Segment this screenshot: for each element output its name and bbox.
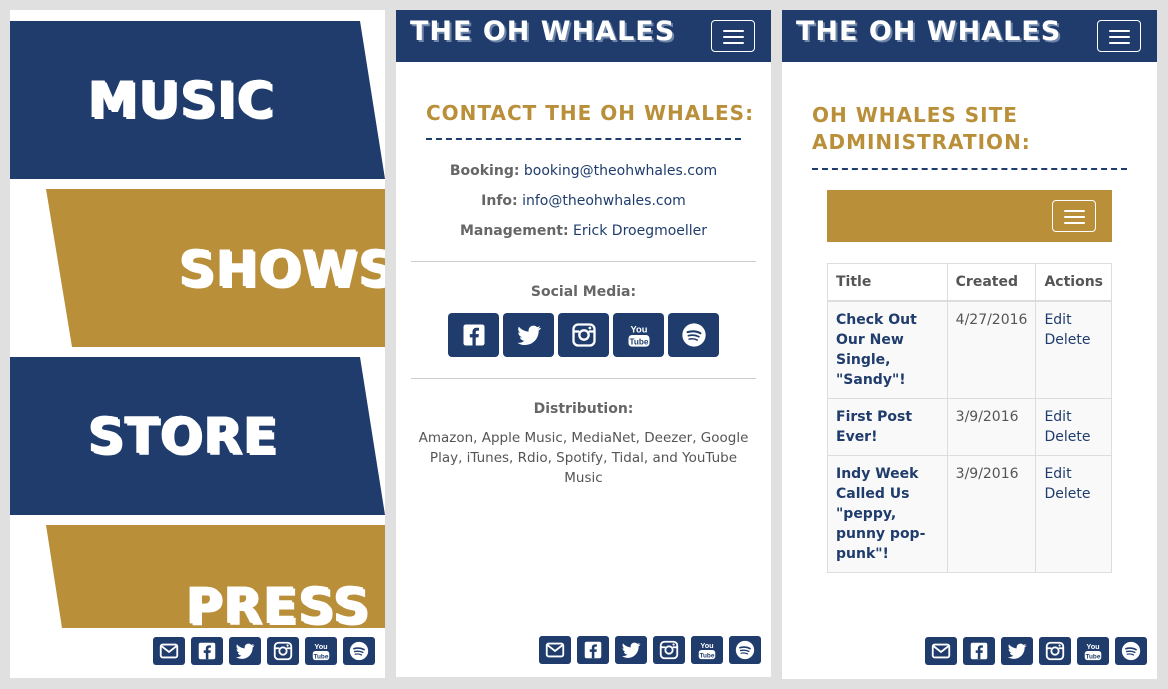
menu-item-press[interactable]: Press	[10, 525, 385, 635]
twitter-icon[interactable]	[503, 313, 554, 357]
heading-divider	[812, 168, 1127, 170]
edit-link[interactable]: Edit	[1044, 407, 1103, 427]
contact-heading: Contact The Oh Whales:	[426, 101, 755, 125]
spotify-icon[interactable]	[343, 637, 375, 665]
info-email-link[interactable]: info@theohwhales.com	[522, 193, 686, 209]
menu-item-shows[interactable]: Shows	[10, 189, 385, 347]
post-created: 3/9/2016	[946, 398, 1037, 456]
post-title[interactable]: First Post Ever!	[827, 398, 948, 456]
footer-social-bar: You Tube	[539, 636, 761, 664]
spotify-icon[interactable]	[668, 313, 719, 357]
menu-item-music[interactable]: Music	[10, 21, 385, 179]
booking-line: Booking: booking@theohwhales.com	[396, 163, 771, 179]
delete-link[interactable]: Delete	[1044, 330, 1103, 350]
twitter-icon[interactable]	[229, 637, 261, 665]
table-row: Check Out Our New Single, "Sandy"! 4/27/…	[827, 300, 1112, 399]
info-label: Info:	[481, 193, 518, 209]
delete-link[interactable]: Delete	[1044, 427, 1103, 447]
shows-label: Shows	[179, 240, 385, 298]
envelope-icon[interactable]	[539, 636, 571, 664]
navbar: The Oh Whales	[396, 10, 771, 62]
column-header-created: Created	[946, 263, 1037, 302]
contact-panel: The Oh Whales Contact The Oh Whales: Boo…	[396, 10, 771, 677]
divider	[411, 378, 756, 379]
admin-navbar	[827, 190, 1112, 242]
facebook-icon[interactable]	[191, 637, 223, 665]
instagram-icon[interactable]	[653, 636, 685, 664]
divider	[411, 261, 756, 262]
spotify-icon[interactable]	[729, 636, 761, 664]
instagram-icon[interactable]	[558, 313, 609, 357]
post-actions: Edit Delete	[1035, 398, 1112, 456]
youtube-icon[interactable]: You Tube	[691, 636, 723, 664]
svg-text:You: You	[1086, 642, 1099, 651]
youtube-icon[interactable]: You Tube	[1077, 637, 1109, 665]
spotify-icon[interactable]	[1115, 637, 1147, 665]
column-header-title: Title	[827, 263, 948, 302]
table-header-row: Title Created Actions	[827, 263, 1112, 302]
table-row: Indy Week Called Us "peppy, punny pop-pu…	[827, 455, 1112, 573]
facebook-icon[interactable]	[448, 313, 499, 357]
admin-panel: The Oh Whales Oh Whales Site Administrat…	[782, 10, 1157, 679]
envelope-icon[interactable]	[153, 637, 185, 665]
posts-table: Title Created Actions Check Out Our New …	[827, 263, 1112, 573]
menu-item-store[interactable]: Store	[10, 357, 385, 515]
post-created: 3/9/2016	[946, 455, 1037, 573]
music-label: Music	[88, 71, 275, 129]
svg-text:You: You	[314, 642, 327, 651]
envelope-icon[interactable]	[925, 637, 957, 665]
svg-text:Tube: Tube	[1086, 653, 1101, 660]
facebook-icon[interactable]	[577, 636, 609, 664]
menu-panel: Music Shows Store Press You Tube	[10, 10, 385, 678]
navbar: The Oh Whales	[782, 10, 1157, 62]
twitter-icon[interactable]	[615, 636, 647, 664]
booking-label: Booking:	[449, 163, 520, 179]
admin-heading: Oh Whales Site Administration:	[812, 103, 1031, 154]
facebook-icon[interactable]	[963, 637, 995, 665]
column-header-actions: Actions	[1035, 263, 1112, 302]
booking-email-link[interactable]: booking@theohwhales.com	[524, 163, 717, 179]
heading-divider	[426, 138, 741, 140]
instagram-icon[interactable]	[267, 637, 299, 665]
delete-link[interactable]: Delete	[1044, 484, 1103, 504]
management-line: Management: Erick Droegmoeller	[396, 223, 771, 239]
post-title[interactable]: Indy Week Called Us "peppy, punny pop-pu…	[827, 455, 948, 573]
distribution-list: Amazon, Apple Music, MediaNet, Deezer, G…	[418, 430, 749, 486]
footer-social-bar: You Tube	[925, 637, 1147, 665]
admin-menu-toggle-button[interactable]	[1052, 200, 1096, 232]
table-row: First Post Ever! 3/9/2016 Edit Delete	[827, 398, 1112, 456]
brand-logo[interactable]: The Oh Whales	[410, 16, 675, 47]
svg-text:Tube: Tube	[700, 652, 715, 659]
menu-toggle-button[interactable]	[711, 20, 755, 52]
footer-social-bar: You Tube	[153, 637, 375, 665]
management-link[interactable]: Erick Droegmoeller	[573, 223, 707, 239]
info-line: Info: info@theohwhales.com	[396, 193, 771, 209]
svg-text:You: You	[700, 641, 713, 650]
social-media-label: Social Media:	[530, 284, 637, 300]
store-label: Store	[88, 407, 279, 465]
post-created: 4/27/2016	[946, 300, 1037, 399]
edit-link[interactable]: Edit	[1044, 310, 1103, 330]
instagram-icon[interactable]	[1039, 637, 1071, 665]
brand-logo[interactable]: The Oh Whales	[796, 16, 1061, 47]
twitter-icon[interactable]	[1001, 637, 1033, 665]
youtube-icon[interactable]: You Tube	[613, 313, 664, 357]
post-title[interactable]: Check Out Our New Single, "Sandy"!	[827, 300, 948, 399]
management-label: Management:	[459, 223, 569, 239]
svg-text:Tube: Tube	[314, 653, 329, 660]
youtube-icon[interactable]: You Tube	[305, 637, 337, 665]
svg-text:Tube: Tube	[629, 337, 648, 346]
post-actions: Edit Delete	[1035, 300, 1112, 399]
post-actions: Edit Delete	[1035, 455, 1112, 573]
social-media-buttons: You Tube	[448, 313, 719, 357]
distribution-label: Distribution:	[533, 401, 634, 417]
svg-text:You: You	[630, 325, 647, 335]
edit-link[interactable]: Edit	[1044, 464, 1103, 484]
press-label: Press	[186, 577, 371, 635]
menu-toggle-button[interactable]	[1097, 20, 1141, 52]
